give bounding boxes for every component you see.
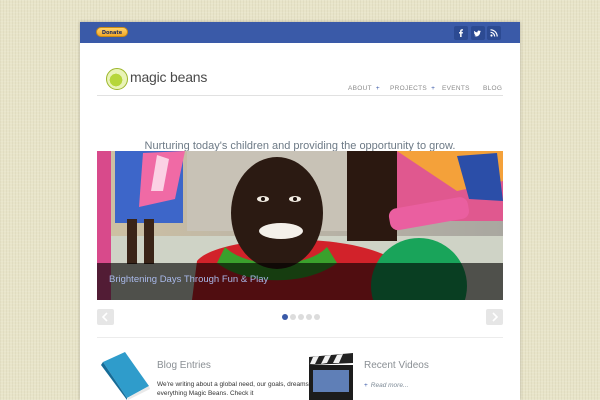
top-bar: Donate bbox=[80, 22, 520, 43]
donate-button[interactable]: Donate bbox=[96, 27, 128, 37]
nav-projects[interactable]: PROJECTS + bbox=[390, 85, 435, 92]
slider-dot[interactable] bbox=[282, 314, 288, 320]
page-container: Donate magic beans ABOUT + PROJECTS + EVEN… bbox=[80, 22, 520, 400]
nav-blog[interactable]: BLOG bbox=[483, 85, 502, 92]
chevron-left-icon bbox=[101, 312, 108, 322]
blog-entries-text: We're writing about a global need, our g… bbox=[157, 381, 315, 397]
logo-icon[interactable] bbox=[106, 68, 128, 90]
clapperboard-icon bbox=[309, 353, 353, 400]
nav-events[interactable]: EVENTS bbox=[442, 85, 470, 92]
book-icon bbox=[101, 352, 150, 400]
slider-dot[interactable] bbox=[298, 314, 304, 320]
slide-caption[interactable]: Brightening Days Through Fun & Play bbox=[109, 274, 268, 285]
read-more-link[interactable]: + Read more... bbox=[364, 382, 408, 389]
slider-dot[interactable] bbox=[290, 314, 296, 320]
facebook-icon[interactable] bbox=[454, 26, 468, 40]
content-divider bbox=[97, 337, 503, 338]
submenu-marker-icon: + bbox=[431, 85, 436, 92]
rss-icon[interactable] bbox=[487, 26, 501, 40]
recent-videos-title[interactable]: Recent Videos bbox=[364, 360, 429, 371]
nav-blog-label: BLOG bbox=[483, 85, 503, 92]
slider-dot[interactable] bbox=[306, 314, 312, 320]
read-more-label: Read more... bbox=[370, 382, 409, 389]
twitter-icon[interactable] bbox=[471, 26, 485, 40]
slider-dot[interactable] bbox=[314, 314, 320, 320]
nav-events-label: EVENTS bbox=[442, 85, 470, 92]
submenu-marker-icon: + bbox=[375, 85, 381, 92]
hero-slider[interactable]: Brightening Days Through Fun & Play bbox=[97, 151, 503, 300]
slider-prev-button[interactable] bbox=[97, 309, 114, 325]
plus-icon: + bbox=[364, 382, 368, 389]
slider-next-button[interactable] bbox=[486, 309, 503, 325]
nav-about-label: ABOUT bbox=[348, 85, 372, 92]
blog-entries-title[interactable]: Blog Entries bbox=[157, 360, 211, 371]
header-divider bbox=[97, 95, 503, 96]
nav-about[interactable]: ABOUT + bbox=[348, 85, 380, 92]
slide-caption-bar: Brightening Days Through Fun & Play bbox=[97, 263, 503, 300]
logo-text[interactable]: magic beans bbox=[130, 69, 207, 85]
chevron-right-icon bbox=[492, 312, 499, 322]
nav-projects-label: PROJECTS bbox=[390, 85, 428, 92]
